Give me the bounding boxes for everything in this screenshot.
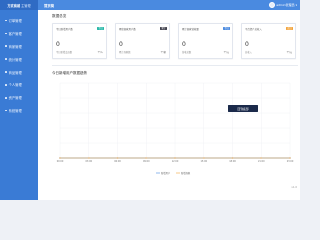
logo-main-text: 方武商城 bbox=[7, 3, 21, 8]
sidebar-item-products[interactable]: 商品管理 bbox=[0, 66, 38, 79]
sidebar-item-orders[interactable]: 订单管理 bbox=[0, 14, 38, 27]
footer-version: v1.0 bbox=[291, 186, 297, 189]
sidebar-item-label: 客户管理 bbox=[8, 31, 22, 36]
stat-card-merchant-revenue: 累计商家营收量 今日 0 营收总数 个/元 bbox=[178, 23, 233, 59]
logo-sub-text: 主管理 bbox=[21, 3, 31, 8]
stat-card-platform-income: 平台资产总收入 近日 0 总收入 个/元 bbox=[241, 23, 296, 59]
bullet-icon bbox=[5, 96, 7, 99]
chart-title: 今日新增用户数据趋势 bbox=[52, 71, 87, 75]
sidebar-item-system[interactable]: 系统管理 bbox=[0, 104, 38, 117]
card-value: 0 bbox=[56, 41, 60, 48]
card-label: 累计商家营收量 bbox=[182, 28, 199, 31]
card-badge: 累计 bbox=[160, 26, 167, 31]
card-unit: 个/家 bbox=[160, 51, 166, 54]
card-sub-label: 营收总数 bbox=[182, 51, 192, 54]
data-point bbox=[87, 157, 90, 159]
tab-home[interactable]: 首页简 bbox=[44, 3, 54, 8]
avatar[interactable] bbox=[269, 2, 276, 8]
app-logo[interactable]: 方武商城 主管理 bbox=[0, 0, 38, 10]
data-point bbox=[289, 157, 291, 159]
x-tick-label: 15:00 bbox=[200, 160, 207, 163]
sidebar-item-label: 资产管理 bbox=[8, 96, 22, 101]
card-value: 0 bbox=[245, 41, 249, 48]
card-badge: 近日 bbox=[286, 26, 293, 31]
data-point bbox=[59, 157, 61, 159]
chevron-down-icon: ▾ bbox=[295, 3, 297, 7]
x-tick-label: 00:00 bbox=[57, 160, 64, 163]
trend-chart: 00:00 03:00 06:00 09:00 12:00 15:00 18:00 21:00… bbox=[57, 82, 294, 175]
data-point bbox=[174, 157, 176, 159]
sidebar: 方武商城 主管理 订单管理 客户管理 商家管理 统计管理 商品管理 个人管理 资… bbox=[0, 0, 38, 200]
card-unit: 个/人 bbox=[97, 51, 103, 54]
legend-label: 新增用户 bbox=[161, 171, 170, 175]
sidebar-item-label: 商品管理 bbox=[8, 70, 22, 75]
card-label: 今日新增用户数 bbox=[56, 28, 73, 31]
card-unit: 个/元 bbox=[286, 51, 292, 54]
card-label: 平台资产总收入 bbox=[245, 28, 262, 31]
data-point bbox=[202, 157, 205, 159]
card-sub-label: 累计商家数 bbox=[119, 51, 131, 54]
bullet-icon bbox=[5, 32, 7, 35]
card-sub-label: 今日新增会员数 bbox=[56, 51, 73, 54]
x-tick-label: 03:00 bbox=[85, 160, 92, 163]
username: admin管理员 bbox=[276, 3, 295, 7]
back-to-bottom-button[interactable]: 回到底部 bbox=[228, 105, 258, 112]
chart-panel: 今日新增用户数据趋势 00:00 03:00 06:00 09:00 12:00 15:0… bbox=[52, 65, 298, 185]
x-tick-label: 18:00 bbox=[229, 160, 236, 163]
x-tick-label: 12:00 bbox=[172, 160, 179, 163]
card-value: 0 bbox=[182, 41, 186, 48]
card-badge: 今日 bbox=[97, 26, 104, 31]
data-point bbox=[145, 157, 148, 159]
sidebar-item-label: 统计管理 bbox=[8, 57, 22, 62]
card-unit: 个/元 bbox=[223, 51, 229, 54]
bullet-icon bbox=[5, 84, 7, 86]
sidebar-item-customers[interactable]: 客户管理 bbox=[0, 27, 38, 40]
stat-card-new-users: 今日新增用户数 今日 0 今日新增会员数 个/人 bbox=[52, 23, 107, 59]
sidebar-item-personal[interactable]: 个人管理 bbox=[0, 78, 38, 91]
card-sub-label: 总收入 bbox=[245, 51, 252, 54]
card-badge: 今日 bbox=[223, 26, 230, 31]
x-tick-label: 21:00 bbox=[258, 160, 265, 163]
stat-card-merchant-users: 累积商家用户数 累计 0 累计商家数 个/家 bbox=[115, 23, 170, 59]
sidebar-item-label: 个人管理 bbox=[8, 83, 22, 88]
x-tick-label: 23:00 bbox=[287, 160, 294, 163]
x-tick-label: 06:00 bbox=[114, 160, 121, 163]
bullet-icon bbox=[5, 45, 7, 48]
main-content: 数据总览 今日新增用户数 今日 0 今日新增会员数 个/人 累积商家用户数 累计… bbox=[38, 10, 300, 200]
bullet-icon bbox=[5, 19, 7, 22]
sidebar-item-label: 系统管理 bbox=[8, 109, 22, 114]
data-point bbox=[116, 157, 119, 159]
sidebar-item-statistics[interactable]: 统计管理 bbox=[0, 53, 38, 66]
bullet-icon bbox=[5, 58, 7, 60]
card-label: 累积商家用户数 bbox=[119, 28, 136, 31]
sidebar-item-merchants[interactable]: 商家管理 bbox=[0, 40, 38, 53]
bullet-icon bbox=[5, 71, 7, 73]
sidebar-item-label: 订单管理 bbox=[8, 18, 22, 23]
bullet-icon bbox=[5, 109, 7, 112]
sidebar-item-label: 商家管理 bbox=[8, 44, 22, 49]
data-point bbox=[231, 157, 234, 159]
legend-label: 新增商家 bbox=[181, 171, 191, 175]
user-menu[interactable]: admin管理员 ▾ bbox=[269, 2, 297, 8]
data-point bbox=[260, 157, 263, 159]
section-title: 数据总览 bbox=[52, 14, 67, 18]
x-tick-label: 09:00 bbox=[143, 160, 150, 163]
sidebar-item-assets[interactable]: 资产管理 bbox=[0, 91, 38, 104]
card-value: 0 bbox=[119, 41, 123, 48]
top-bar: 首页简 admin管理员 ▾ bbox=[38, 0, 300, 10]
